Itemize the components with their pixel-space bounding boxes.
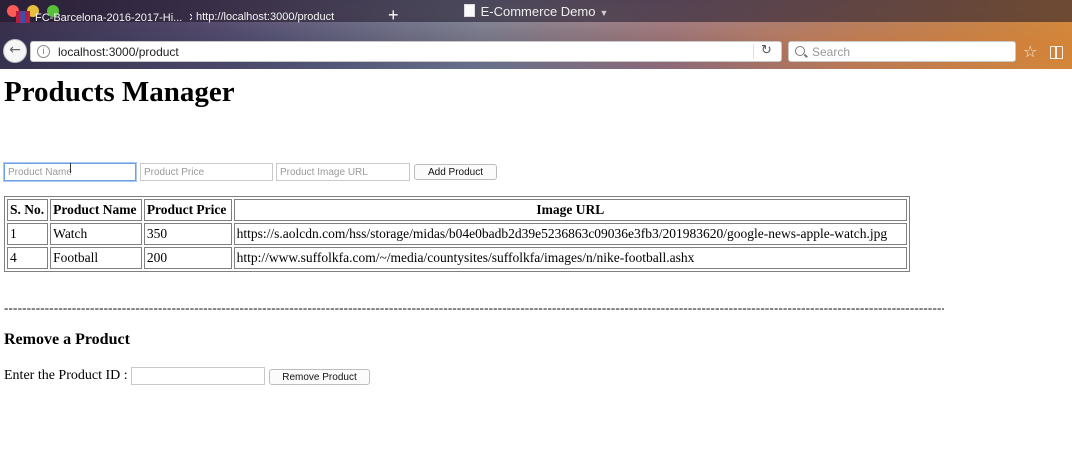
- bookmark-star-icon[interactable]: ☆: [1023, 42, 1037, 61]
- table-row: 4 Football 200 http://www.suffolkfa.com/…: [7, 247, 907, 269]
- add-product-button[interactable]: Add Product: [414, 164, 497, 180]
- url-bar[interactable]: i localhost:3000/product ↻: [30, 41, 782, 62]
- column-header-image-url: Image URL: [233, 199, 907, 221]
- close-tab-icon[interactable]: ✕: [188, 12, 192, 24]
- cell-product-name: Football: [50, 247, 142, 269]
- document-icon: [463, 4, 475, 17]
- remove-section-heading: Remove a Product: [4, 331, 130, 348]
- table-row: 1 Watch 350 https://s.aolcdn.com/hss/sto…: [7, 223, 907, 245]
- page-title: Products Manager: [4, 76, 235, 108]
- column-header-product-price: Product Price: [143, 199, 232, 221]
- cell-product-price: 350: [143, 223, 232, 245]
- remove-product-button[interactable]: Remove Product: [269, 369, 370, 385]
- product-image-url-input[interactable]: [276, 163, 410, 181]
- url-divider: [753, 44, 754, 59]
- browser-search-bar[interactable]: Search: [788, 41, 1016, 62]
- back-button[interactable]: ←: [3, 39, 27, 63]
- cell-serial: 1: [7, 223, 49, 245]
- product-price-input[interactable]: [140, 163, 273, 181]
- url-text[interactable]: localhost:3000/product: [58, 45, 179, 59]
- cell-image-url: http://www.suffolkfa.com/~/media/countys…: [233, 247, 907, 269]
- tab-barcelona[interactable]: FC-Barcelona-2016-2017-Hi... ✕: [16, 11, 192, 25]
- barcelona-favicon-icon: [16, 11, 30, 23]
- cell-serial: 4: [7, 247, 49, 269]
- tab-label: FC-Barcelona-2016-2017-Hi...: [35, 12, 183, 24]
- text-cursor: [70, 163, 71, 173]
- cell-product-price: 200: [143, 247, 232, 269]
- cell-product-name: Watch: [50, 223, 142, 245]
- reload-icon[interactable]: ↻: [761, 43, 772, 58]
- product-id-input[interactable]: [131, 367, 265, 385]
- cell-image-url: https://s.aolcdn.com/hss/storage/midas/b…: [233, 223, 907, 245]
- page-content: Products Manager Add Product S. No. Prod…: [0, 69, 1072, 459]
- tab-localhost-product[interactable]: http://localhost:3000/product: [196, 11, 372, 25]
- search-icon: [795, 46, 805, 56]
- table-header-row: S. No. Product Name Product Price Image …: [7, 199, 907, 221]
- tab-label: http://localhost:3000/product: [196, 11, 335, 23]
- browser-chrome: E-Commerce Demo ▼ FC-Barcelona-2016-2017-…: [0, 0, 1072, 69]
- chevron-down-icon[interactable]: ▼: [599, 8, 608, 18]
- products-table: S. No. Product Name Product Price Image …: [4, 196, 910, 272]
- library-icon[interactable]: [1050, 46, 1063, 59]
- product-id-label: Enter the Product ID :: [4, 368, 128, 383]
- info-icon[interactable]: i: [37, 45, 50, 58]
- column-header-serial: S. No.: [7, 199, 49, 221]
- dashed-separator: ----------------------------------------…: [4, 300, 944, 315]
- new-tab-button[interactable]: +: [388, 6, 399, 24]
- window-title-text: E-Commerce Demo: [480, 4, 596, 19]
- navigation-bar: ← i localhost:3000/product ↻ Search ☆: [0, 36, 1072, 69]
- column-header-product-name: Product Name: [50, 199, 142, 221]
- search-placeholder: Search: [812, 45, 851, 59]
